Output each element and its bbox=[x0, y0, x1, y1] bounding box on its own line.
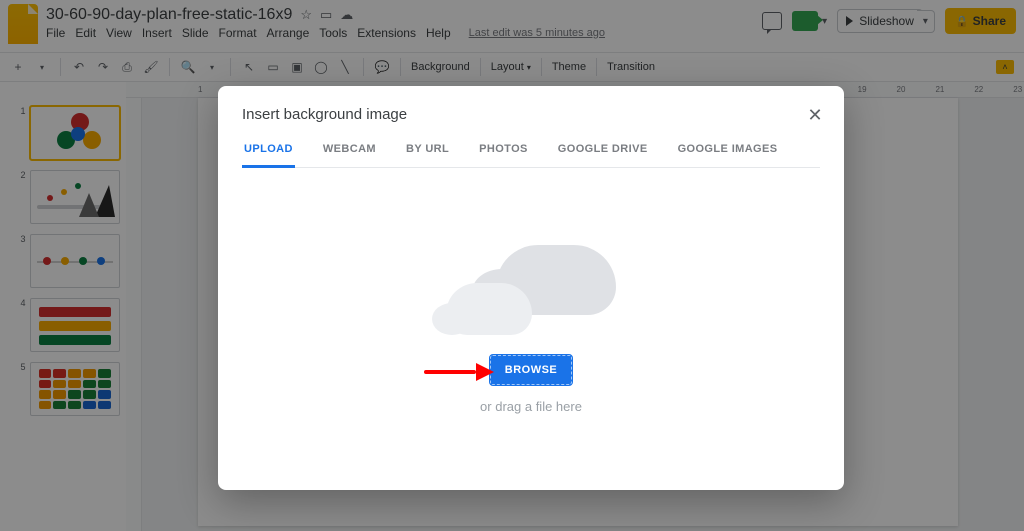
dialog-title: Insert background image bbox=[242, 106, 820, 123]
insert-background-image-dialog: Insert background image ✕ UPLOAD WEBCAM … bbox=[218, 86, 844, 490]
tab-upload[interactable]: UPLOAD bbox=[242, 143, 295, 168]
tab-google-images[interactable]: GOOGLE IMAGES bbox=[676, 143, 780, 167]
drag-file-hint: or drag a file here bbox=[480, 399, 582, 414]
cloud-upload-icon bbox=[446, 245, 616, 335]
close-icon[interactable]: ✕ bbox=[804, 104, 826, 126]
browse-button[interactable]: BROWSE bbox=[490, 355, 573, 385]
tab-webcam[interactable]: WEBCAM bbox=[321, 143, 378, 167]
dialog-body-dropzone[interactable]: BROWSE or drag a file here bbox=[242, 168, 820, 490]
dialog-tabs: UPLOAD WEBCAM BY URL PHOTOS GOOGLE DRIVE… bbox=[242, 143, 820, 168]
tab-photos[interactable]: PHOTOS bbox=[477, 143, 530, 167]
tab-google-drive[interactable]: GOOGLE DRIVE bbox=[556, 143, 650, 167]
tab-by-url[interactable]: BY URL bbox=[404, 143, 451, 167]
